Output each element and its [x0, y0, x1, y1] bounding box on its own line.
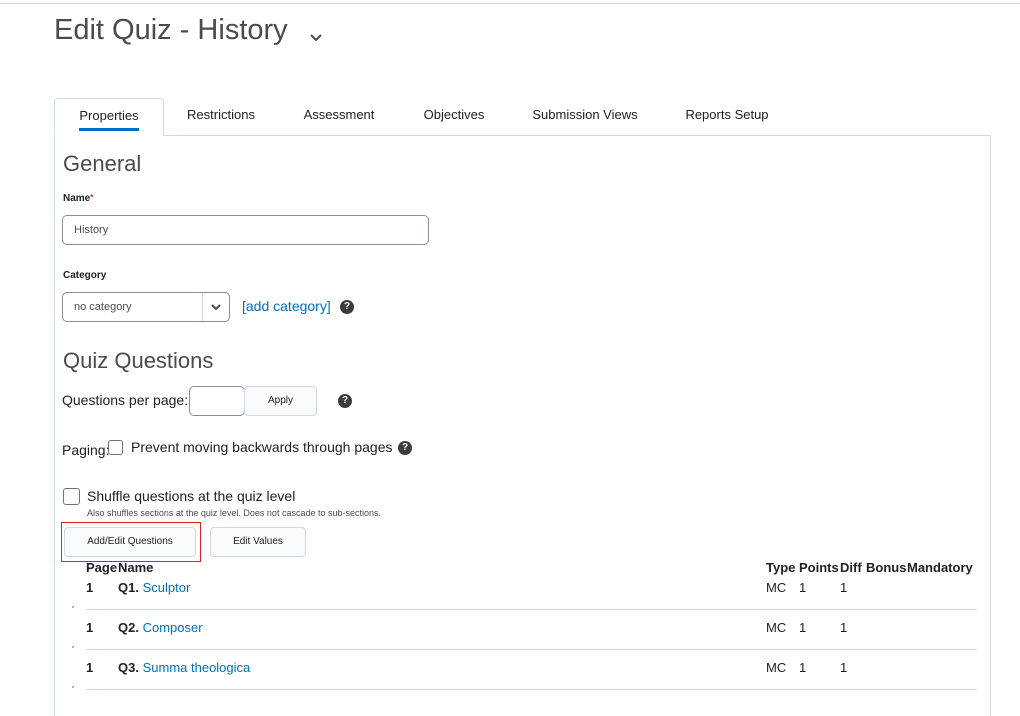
question-link[interactable]: Sculptor [143, 580, 191, 595]
row-question: Q1. Sculptor [118, 580, 190, 595]
row-marker [72, 686, 74, 688]
apply-button[interactable]: Apply [244, 386, 317, 416]
tab-submission-views[interactable]: Submission Views [524, 98, 646, 134]
chevron-down-icon[interactable] [309, 30, 323, 48]
row-marker [72, 606, 74, 608]
row-page: 1 [86, 660, 94, 675]
row-divider [86, 649, 977, 650]
shuffle-label: Shuffle questions at the quiz level [87, 488, 296, 504]
question-number: Q3. [118, 660, 139, 675]
column-header-mandatory: Mandatory [907, 560, 973, 575]
help-icon[interactable]: ? [340, 300, 354, 314]
category-label: Category [63, 270, 107, 281]
column-header-diff: Diff [840, 560, 862, 575]
column-header-type: Type [766, 560, 796, 575]
quiz-questions-heading: Quiz Questions [63, 348, 214, 373]
row-page: 1 [86, 580, 94, 595]
row-points: 1 [799, 580, 807, 595]
column-header-points: Points [799, 560, 839, 575]
category-select[interactable]: no category [62, 292, 230, 322]
questions-per-page-label: Questions per page: [62, 392, 189, 408]
row-divider [86, 609, 977, 610]
row-points: 1 [799, 620, 807, 635]
prevent-backwards-label: Prevent moving backwards through pages [131, 439, 393, 455]
row-diff: 1 [840, 580, 848, 595]
help-icon[interactable]: ? [398, 441, 412, 455]
row-divider [86, 689, 977, 690]
shuffle-checkbox[interactable] [63, 488, 80, 505]
row-marker [72, 646, 74, 648]
question-link[interactable]: Summa theologica [143, 660, 251, 675]
row-question: Q2. Composer [118, 620, 203, 635]
category-select-value: no category [74, 301, 132, 313]
highlight-box [61, 522, 201, 562]
tab-properties[interactable]: Properties [54, 98, 164, 136]
row-diff: 1 [840, 620, 848, 635]
required-mark: * [90, 193, 94, 202]
tab-reports-setup[interactable]: Reports Setup [674, 98, 780, 134]
help-icon[interactable]: ? [338, 394, 352, 408]
tab-assessment[interactable]: Assessment [294, 98, 384, 134]
prevent-backwards-checkbox[interactable] [108, 440, 123, 455]
row-diff: 1 [840, 660, 848, 675]
row-question: Q3. Summa theologica [118, 660, 250, 675]
row-type: MC [766, 580, 787, 595]
chevron-down-icon [202, 293, 229, 321]
row-points: 1 [799, 660, 807, 675]
question-number: Q2. [118, 620, 139, 635]
name-input[interactable]: History [62, 215, 429, 245]
question-link[interactable]: Composer [143, 620, 203, 635]
tab-restrictions[interactable]: Restrictions [176, 98, 266, 134]
question-number: Q1. [118, 580, 139, 595]
column-header-name: Name [118, 560, 154, 575]
tab-objectives[interactable]: Objectives [412, 98, 496, 134]
row-type: MC [766, 620, 787, 635]
top-border [0, 3, 1020, 4]
column-header-page: Page [86, 560, 118, 575]
name-label: Name* [63, 193, 94, 204]
paging-label: Paging: [62, 442, 110, 458]
page-title: Edit Quiz - History [54, 14, 288, 46]
add-category-link[interactable]: [add category] [242, 298, 331, 314]
questions-per-page-input[interactable] [189, 386, 245, 416]
column-header-bonus: Bonus [866, 560, 907, 575]
general-heading: General [63, 151, 142, 176]
shuffle-note: Also shuffles sections at the quiz level… [87, 508, 381, 518]
row-page: 1 [86, 620, 94, 635]
edit-values-button[interactable]: Edit Values [210, 527, 306, 557]
row-type: MC [766, 660, 787, 675]
